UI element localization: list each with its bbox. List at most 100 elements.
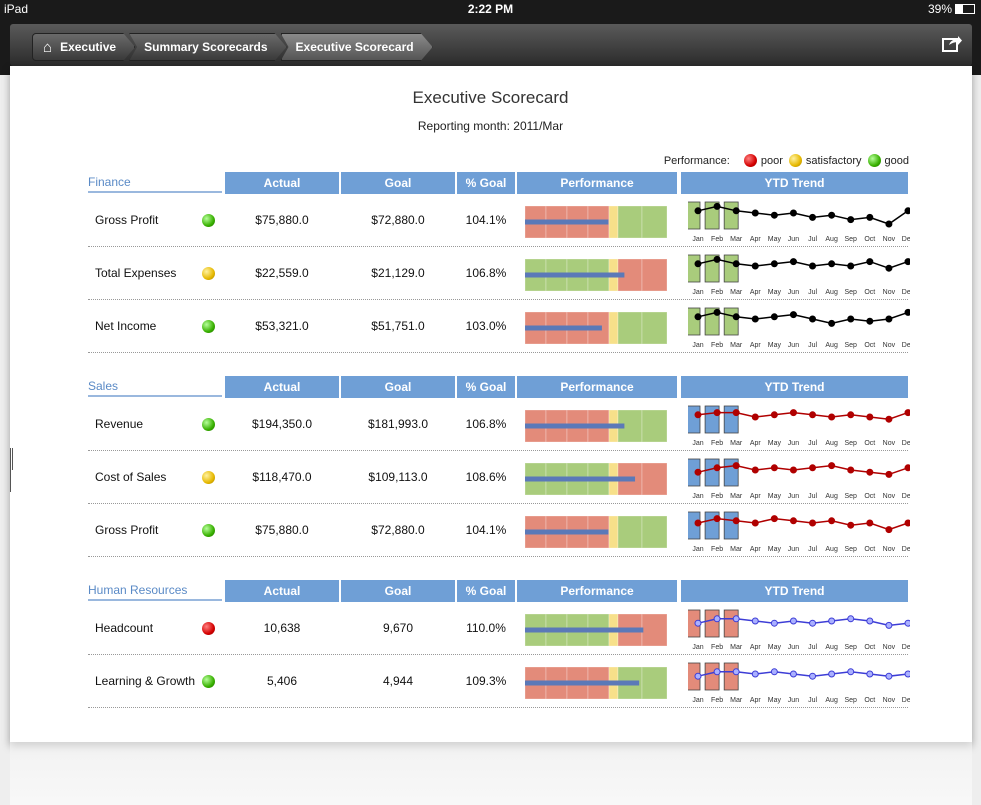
- column-header-pct: % Goal: [457, 376, 515, 398]
- kpi-goal: $109,113.0: [368, 470, 428, 484]
- performance-measure-bar: [525, 325, 602, 331]
- table-row[interactable]: Cost of Sales $118,470.0 $109,113.0 108.6% J…: [88, 451, 910, 504]
- ytd-point: [732, 517, 740, 525]
- kpi-goal: $21,129.0: [371, 266, 425, 280]
- ytd-point: [789, 617, 797, 625]
- ytd-point: [847, 615, 855, 623]
- share-icon[interactable]: [942, 34, 962, 57]
- performance-band-green: [641, 206, 667, 238]
- month-label: Mar: [730, 697, 743, 704]
- ytd-point: [732, 313, 740, 321]
- month-label: Jan: [692, 644, 703, 651]
- table-row[interactable]: Learning & Growth 5,406 4,944 109.3% Jan Feb M…: [88, 655, 910, 708]
- month-label: Jun: [788, 440, 799, 447]
- kpi-name: Net Income: [95, 319, 157, 333]
- performance-bullet-chart: [525, 312, 667, 344]
- ytd-point: [809, 411, 817, 419]
- table-row[interactable]: Revenue $194,350.0 $181,993.0 106.8% Jan Feb M…: [88, 398, 910, 451]
- ytd-point: [732, 615, 740, 623]
- table-row[interactable]: Net Income $53,321.0 $51,751.0 103.0% Jan Feb…: [88, 300, 910, 353]
- breadcrumb-executive-scorecard[interactable]: Executive Scorecard: [281, 33, 433, 61]
- breadcrumb-label: Summary Scorecards: [144, 40, 268, 54]
- breadcrumb-label: Executive Scorecard: [295, 40, 414, 54]
- month-label: Jun: [788, 546, 799, 553]
- ytd-point: [904, 258, 910, 266]
- month-label: May: [768, 236, 782, 243]
- ytd-point: [789, 209, 797, 217]
- ytd-point: [828, 670, 836, 678]
- section-title[interactable]: Human Resources: [88, 583, 222, 601]
- month-label: Feb: [711, 493, 723, 500]
- ytd-point: [885, 621, 893, 629]
- ytd-bar: [688, 405, 701, 434]
- month-label: Jun: [788, 493, 799, 500]
- ytd-point: [866, 519, 874, 527]
- month-label: Feb: [711, 697, 723, 704]
- satisfactory-indicator-icon: [202, 471, 215, 484]
- page-reflection: [10, 742, 972, 805]
- performance-bullet-chart: [525, 667, 667, 699]
- drag-handle-icon[interactable]: [10, 448, 14, 492]
- table-row[interactable]: Gross Profit $75,880.0 $72,880.0 104.1% Jan F…: [88, 194, 910, 247]
- section-title[interactable]: Sales: [88, 379, 222, 397]
- breadcrumb-executive[interactable]: ⌂ Executive: [32, 33, 135, 61]
- ytd-point: [809, 213, 817, 221]
- ytd-point: [732, 462, 740, 470]
- section-title[interactable]: Finance: [88, 175, 222, 193]
- month-label: Jul: [808, 697, 817, 704]
- reporting-month: Reporting month: 2011/Mar: [417, 119, 564, 133]
- performance-band-yellow: [608, 516, 619, 548]
- performance-measure-bar: [525, 680, 640, 686]
- month-label: Aug: [825, 697, 838, 704]
- ytd-point: [694, 468, 702, 476]
- legend-item-satisfactory: satisfactory: [788, 154, 862, 167]
- month-label: Jun: [788, 342, 799, 349]
- month-label: Oct: [864, 342, 875, 349]
- table-row[interactable]: Gross Profit $75,880.0 $72,880.0 104.1% Jan F…: [88, 504, 910, 557]
- ytd-point: [828, 517, 836, 525]
- kpi-pct: 103.0%: [465, 319, 507, 333]
- battery-indicator: 39%: [928, 2, 975, 16]
- ytd-point: [866, 617, 874, 625]
- month-label: Feb: [711, 644, 723, 651]
- kpi-actual: $75,880.0: [255, 213, 309, 227]
- month-label: Dec: [902, 546, 910, 553]
- month-label: Aug: [825, 342, 838, 349]
- kpi-goal: $72,880.0: [371, 213, 425, 227]
- month-label: May: [768, 342, 782, 349]
- ytd-point: [694, 207, 702, 215]
- ytd-point: [694, 411, 702, 419]
- performance-band-green: [641, 410, 667, 442]
- month-label: Mar: [730, 493, 743, 500]
- month-label: May: [768, 440, 782, 447]
- column-header-trend: YTD Trend: [681, 172, 908, 194]
- performance-bullet-chart: [525, 259, 667, 291]
- section-hr: Human Resources Actual Goal% Goal Performan…: [88, 580, 910, 708]
- kpi-goal: $72,880.0: [371, 523, 425, 537]
- month-label: Jun: [788, 236, 799, 243]
- kpi-pct: 106.8%: [465, 266, 507, 280]
- table-row[interactable]: Headcount 10,638 9,670 110.0% Jan Feb Mar Apr Ma…: [88, 602, 910, 655]
- ytd-point: [847, 262, 855, 270]
- ytd-point: [828, 617, 836, 625]
- ytd-bar: [688, 254, 701, 283]
- table-row[interactable]: Total Expenses $22,559.0 $21,129.0 106.8% Ja…: [88, 247, 910, 300]
- ytd-point: [770, 515, 778, 523]
- ytd-bar: [723, 201, 739, 230]
- performance-band-yellow: [608, 206, 619, 238]
- month-label: Aug: [825, 546, 838, 553]
- kpi-name: Gross Profit: [95, 213, 159, 227]
- month-label: May: [768, 289, 782, 296]
- ytd-point: [789, 670, 797, 678]
- breadcrumb-summary-scorecards[interactable]: Summary Scorecards: [129, 33, 286, 61]
- kpi-pct: 104.1%: [465, 523, 507, 537]
- month-label: Apr: [750, 440, 762, 447]
- ytd-point: [789, 311, 797, 319]
- ytd-point: [751, 209, 759, 217]
- ytd-bar: [688, 201, 701, 230]
- month-label: Jul: [808, 644, 817, 651]
- month-label: Jul: [808, 236, 817, 243]
- ytd-point: [694, 619, 702, 627]
- month-label: Apr: [750, 493, 762, 500]
- kpi-pct: 104.1%: [465, 213, 507, 227]
